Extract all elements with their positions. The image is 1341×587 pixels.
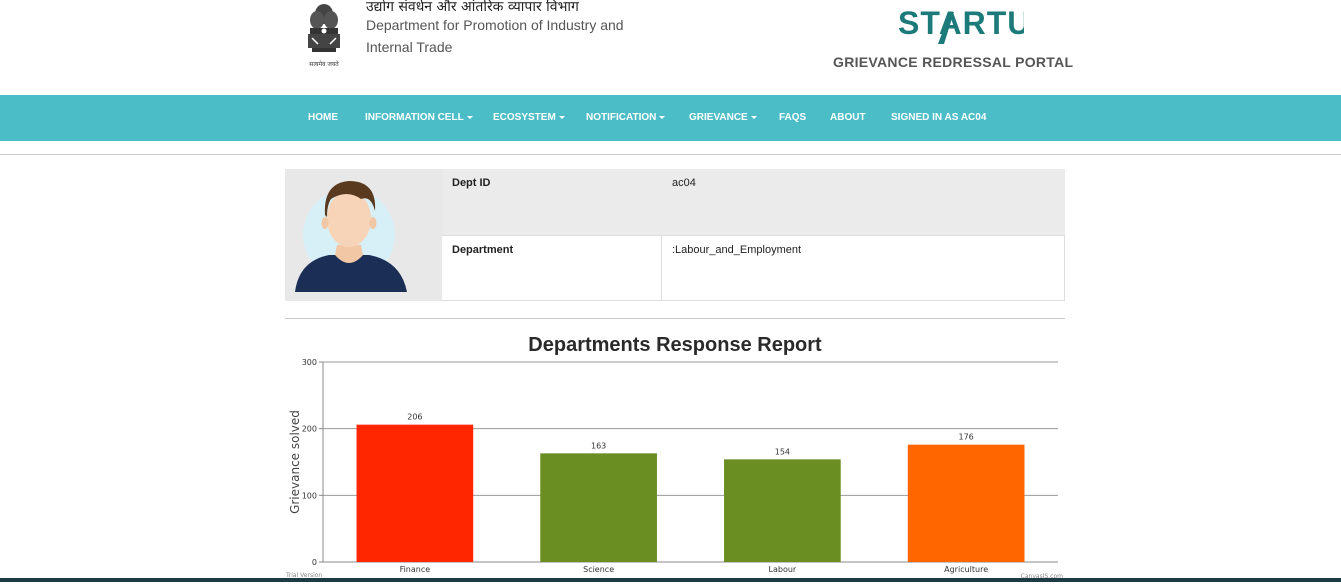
y-axis-label: Grievance solved [288,410,302,514]
divider [0,154,1341,155]
department-row: Department :Labour_and_Employment [442,235,1065,301]
dept-id-row: Dept ID ac04 [442,169,1065,235]
national-emblem-icon: सत्यमेव जयते [308,4,340,68]
nav-item-label: GRIEVANCE [689,112,748,123]
y-tick-label: 100 [302,491,317,500]
caret-down-icon [558,115,565,119]
nav-item-label: ABOUT [830,112,866,123]
nav-item-grievance[interactable]: GRIEVANCE [689,112,757,123]
nav-item-signed-in-as-ac04[interactable]: SIGNED IN AS AC04 [891,112,986,123]
nav-item-faqs[interactable]: FAQS [779,112,806,123]
nav-item-label: HOME [308,112,338,123]
bar-labour[interactable] [724,459,841,562]
y-tick-label: 0 [312,558,317,567]
y-tick-label: 200 [302,425,317,434]
nav-item-notification[interactable]: NOTIFICATION [586,112,666,123]
divider [285,318,1065,319]
nav-item-label: INFORMATION CELL [365,112,464,123]
startup-india-logo[interactable]: STARTUP [898,4,1024,44]
emblem-motto: सत्यमेव जयते [309,60,339,68]
nav-item-information-cell[interactable]: INFORMATION CELL [365,112,473,123]
caret-down-icon [659,115,666,119]
nav-item-label: NOTIFICATION [586,112,657,123]
bar-chart: Departments Response Report Grievance so… [285,334,1063,580]
page-header: सत्यमेव जयते उद्योग संवर्धन और आंतरिक व्… [0,0,1341,95]
org-name-english: Department for Promotion of Industry and… [366,17,624,55]
bar-value-label: 176 [958,433,973,442]
bar-value-label: 206 [407,413,422,422]
bottom-bar [0,578,1341,582]
bar-agriculture[interactable] [907,444,1025,562]
department-value: :Labour_and_Employment [672,244,802,256]
nav-item-label: SIGNED IN AS AC04 [891,112,987,123]
x-tick-label: Labour [769,565,797,574]
nav-item-label: FAQS [779,112,807,123]
bar-science[interactable] [540,453,657,562]
dept-id-value: ac04 [672,177,696,189]
portal-name: GRIEVANCE REDRESSAL PORTAL [833,54,1074,70]
nav-item-home[interactable]: HOME [308,112,338,123]
dept-id-label: Dept ID [452,177,491,189]
bar-value-label: 154 [775,447,790,456]
main-navbar: HOME INFORMATION CELL ECOSYSTEM NOTIFICATIO… [0,95,1341,141]
caret-down-icon [466,115,473,119]
x-tick-label: Science [583,565,614,574]
response-report-chart: Departments Response Report Grievance so… [285,326,1065,582]
user-avatar-icon [295,181,407,292]
avatar [285,169,442,301]
profile-card: Dept ID ac04 Department :Labour_and_Empl… [285,169,1065,301]
logo-text: STARTUP [898,5,1024,41]
nav-item-ecosystem[interactable]: ECOSYSTEM [493,112,565,123]
bar-value-label: 163 [591,441,606,450]
x-tick-label: Agriculture [944,565,988,574]
chart-title: Departments Response Report [528,334,822,356]
x-tick-label: Finance [400,565,431,574]
caret-down-icon [750,115,757,119]
y-tick-label: 300 [302,358,317,367]
bar-finance[interactable] [356,424,474,562]
nav-item-label: ECOSYSTEM [493,112,556,123]
department-label: Department [452,244,514,256]
nav-item-about[interactable]: ABOUT [830,112,866,123]
